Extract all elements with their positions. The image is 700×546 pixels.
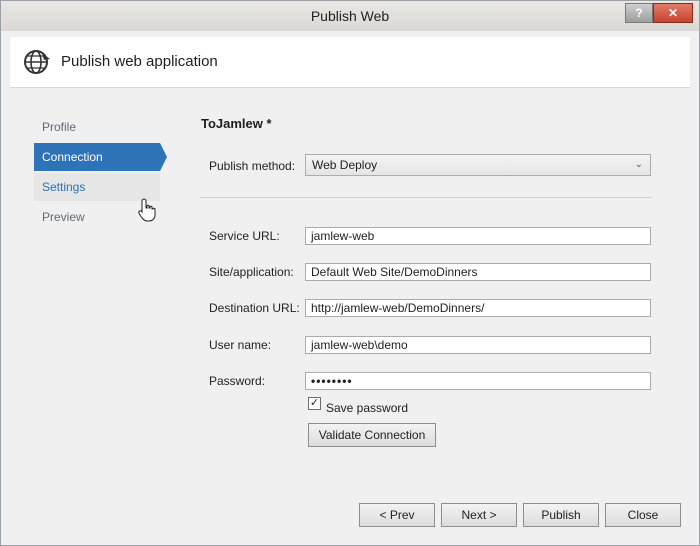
service-url-input[interactable]: jamlew-web xyxy=(305,227,651,245)
site-application-label: Site/application: xyxy=(209,265,294,279)
prev-button[interactable]: < Prev xyxy=(359,503,435,527)
publish-web-dialog: Publish Web ? ✕ Publish web application … xyxy=(0,0,700,546)
header-title: Publish web application xyxy=(61,53,218,70)
service-url-label: Service URL: xyxy=(209,229,280,243)
dialog-header: Publish web application xyxy=(10,37,690,87)
globe-publish-icon xyxy=(24,50,50,74)
window-title: Publish Web xyxy=(310,8,390,24)
chevron-down-icon: ⌄ xyxy=(634,159,643,170)
help-button[interactable]: ? xyxy=(625,3,653,23)
hand-cursor-icon xyxy=(138,198,156,222)
profile-name: ToJamlew * xyxy=(201,116,272,131)
password-label: Password: xyxy=(209,374,266,388)
nav-item-settings[interactable]: Settings xyxy=(34,173,160,201)
publish-method-label: Publish method: xyxy=(209,159,296,173)
destination-url-label: Destination URL: xyxy=(209,301,300,315)
nav-item-profile[interactable]: Profile xyxy=(34,113,160,141)
publish-method-select[interactable]: Web Deploy ⌄ xyxy=(305,154,651,176)
save-password-checkbox[interactable]: ✓ xyxy=(308,397,321,410)
section-divider xyxy=(200,197,652,198)
close-button[interactable]: Close xyxy=(605,503,681,527)
save-password-label: Save password xyxy=(326,401,409,415)
title-bar[interactable]: Publish Web ? ✕ xyxy=(1,1,699,31)
user-name-label: User name: xyxy=(209,338,272,352)
publish-button[interactable]: Publish xyxy=(523,503,599,527)
site-application-input[interactable]: Default Web Site/DemoDinners xyxy=(305,263,651,281)
dialog-content: Profile Connection Settings Preview ToJa… xyxy=(10,87,690,536)
destination-url-input[interactable]: http://jamlew-web/DemoDinners/ xyxy=(305,299,651,317)
user-name-input[interactable]: jamlew-web\demo xyxy=(305,336,651,354)
close-window-button[interactable]: ✕ xyxy=(653,3,693,23)
nav-item-connection[interactable]: Connection xyxy=(34,143,160,171)
validate-connection-button[interactable]: Validate Connection xyxy=(308,423,436,447)
publish-method-value: Web Deploy xyxy=(312,158,378,172)
active-nav-arrow xyxy=(160,143,167,171)
next-button[interactable]: Next > xyxy=(441,503,517,527)
password-input[interactable]: •••••••• xyxy=(305,372,651,390)
